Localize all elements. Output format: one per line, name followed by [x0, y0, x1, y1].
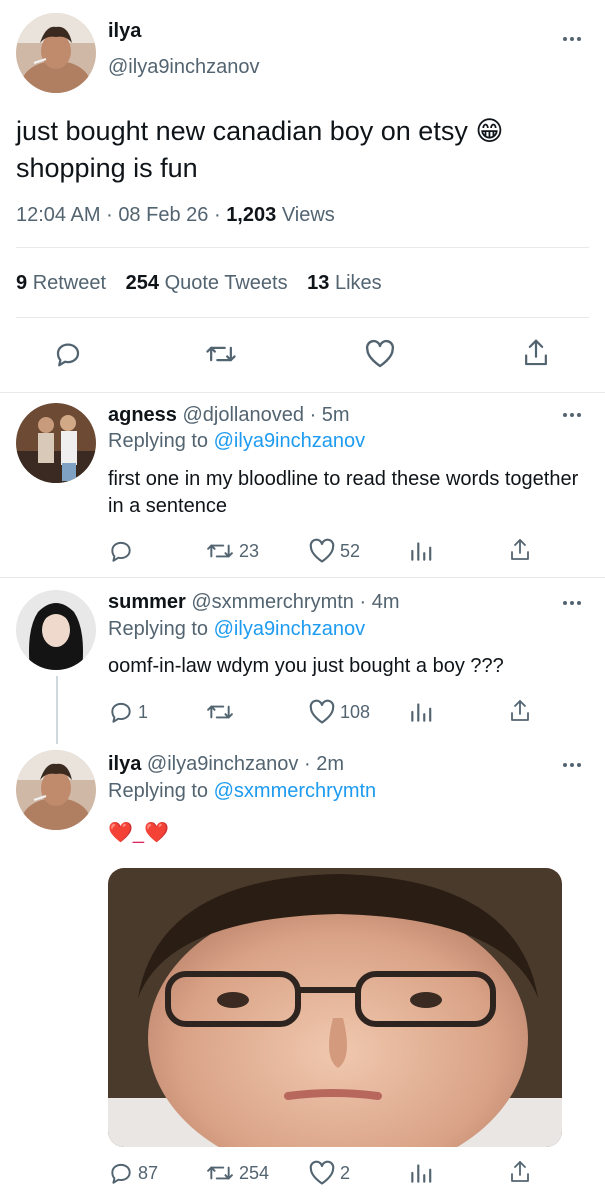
views-count: 1,203: [226, 204, 277, 226]
share-icon[interactable]: [521, 337, 551, 369]
retweet-icon[interactable]: [205, 339, 237, 369]
quotes-count: 254: [125, 272, 159, 294]
like-icon[interactable]: 52: [308, 538, 360, 564]
reply-author-handle[interactable]: @ilya9inchzanov: [147, 753, 299, 775]
reply-age: 5m: [321, 404, 350, 426]
more-icon[interactable]: [560, 34, 584, 44]
reply-header: ilya @ilya9inchzanov · 2m: [108, 753, 344, 776]
likes-count: 13: [307, 272, 330, 294]
more-icon[interactable]: [560, 410, 584, 420]
reply-icon[interactable]: 1: [108, 699, 148, 725]
more-icon[interactable]: [560, 598, 584, 608]
divider: [0, 577, 605, 578]
replying-to-link[interactable]: @ilya9inchzanov: [214, 430, 366, 452]
analytics-icon[interactable]: [408, 538, 434, 564]
thread-connector: [56, 676, 58, 744]
reply-avatar[interactable]: [16, 750, 96, 830]
tweet-meta: 12:04 AM · 08 Feb 26 · 1,203 Views: [16, 204, 335, 227]
engagement-stats: 9 Retweet 254 Quote Tweets 13 Likes: [16, 272, 382, 295]
quotes-stat[interactable]: 254 Quote Tweets: [126, 272, 294, 294]
replying-label: Replying to: [108, 430, 209, 452]
likes-stat[interactable]: 13 Likes: [307, 272, 382, 294]
reply-header: summer @sxmmerchrymtn · 4m: [108, 591, 400, 614]
likes-label: Likes: [334, 272, 382, 294]
quotes-label: Quote Tweets: [164, 272, 288, 294]
reply-text: first one in my bloodline to read these …: [108, 468, 579, 517]
tweet-date: 08 Feb 26: [118, 204, 209, 226]
divider: [16, 317, 589, 318]
divider: [16, 247, 589, 248]
share-icon[interactable]: [508, 536, 532, 564]
replying-to-link[interactable]: @ilya9inchzanov: [214, 618, 366, 640]
retweet-icon[interactable]: [205, 699, 239, 725]
replying-label: Replying to: [108, 780, 209, 802]
meta-separator: ·: [309, 404, 317, 426]
reply-icon[interactable]: 87: [108, 1160, 158, 1186]
author-avatar[interactable]: [16, 13, 96, 93]
retweets-count: 9: [16, 272, 28, 294]
retweets-label: Retweet: [32, 272, 107, 294]
reply-avatar[interactable]: [16, 590, 96, 670]
reply-count: 1: [138, 701, 149, 722]
tweet-time: 12:04 AM: [16, 204, 101, 226]
analytics-icon[interactable]: [408, 699, 434, 725]
author-display-name[interactable]: ilya: [108, 20, 141, 43]
retweet-icon[interactable]: 254: [205, 1160, 269, 1186]
reply-author-name[interactable]: ilya: [108, 753, 141, 775]
reply-author-handle[interactable]: @sxmmerchrymtn: [191, 591, 354, 613]
reply-icon[interactable]: [53, 339, 83, 369]
reply-author-name[interactable]: summer: [108, 591, 186, 613]
meta-separator: ·: [359, 591, 367, 613]
tweet-text: just bought new canadian boy on etsy 😁 s…: [16, 116, 504, 183]
reply-text: ❤️_❤️: [108, 822, 169, 844]
like-count: 2: [340, 1162, 351, 1183]
meta-separator: ·: [213, 204, 221, 226]
retweet-count: 254: [239, 1162, 270, 1183]
like-icon[interactable]: [364, 339, 396, 369]
like-count: 52: [340, 540, 361, 561]
attached-image[interactable]: [108, 868, 562, 1147]
meta-separator: ·: [106, 204, 113, 226]
share-icon[interactable]: [508, 1158, 532, 1186]
reply-count: 87: [138, 1162, 159, 1183]
share-icon[interactable]: [508, 697, 532, 725]
retweet-icon[interactable]: 23: [205, 538, 259, 564]
reply-avatar[interactable]: [16, 403, 96, 483]
author-handle[interactable]: @ilya9inchzanov: [108, 56, 260, 79]
meta-separator: ·: [303, 753, 311, 775]
replying-to-link[interactable]: @sxmmerchrymtn: [214, 780, 377, 802]
more-icon[interactable]: [560, 760, 584, 770]
retweet-count: 23: [239, 540, 260, 561]
like-count: 108: [340, 701, 371, 722]
replying-to: Replying to @ilya9inchzanov: [108, 430, 365, 453]
reply-header: agness @djollanoved · 5m: [108, 404, 350, 427]
like-icon[interactable]: 2: [308, 1160, 350, 1186]
retweets-stat[interactable]: 9 Retweet: [16, 272, 112, 294]
reply-author-name[interactable]: agness: [108, 404, 177, 426]
replying-to: Replying to @sxmmerchrymtn: [108, 780, 376, 803]
reply-age: 4m: [371, 591, 400, 613]
reply-age: 2m: [316, 753, 345, 775]
reply-author-handle[interactable]: @djollanoved: [183, 404, 305, 426]
views-label: Views: [281, 204, 335, 226]
analytics-icon[interactable]: [408, 1160, 434, 1186]
reply-icon[interactable]: [108, 538, 138, 564]
replying-to: Replying to @ilya9inchzanov: [108, 618, 365, 641]
like-icon[interactable]: 108: [308, 699, 370, 725]
replying-label: Replying to: [108, 618, 209, 640]
divider: [0, 392, 605, 393]
reply-text: oomf-in-law wdym you just bought a boy ?…: [108, 655, 504, 677]
